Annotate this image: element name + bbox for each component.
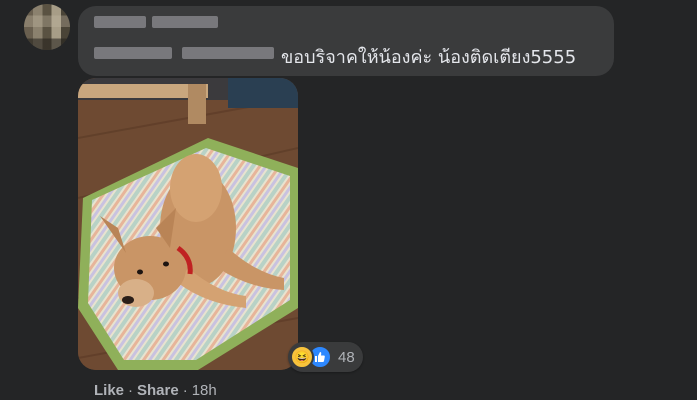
separator: · [182, 382, 188, 399]
redacted-block [94, 47, 172, 59]
comment-text-redacted [94, 44, 274, 62]
haha-reaction-icon: 😆 [290, 345, 314, 369]
thumbs-up-icon [315, 352, 325, 362]
comment-actions: Like · Share · 18h [94, 382, 217, 399]
comment-photo[interactable] [78, 78, 298, 370]
timestamp-link[interactable]: 18h [192, 382, 217, 399]
reactions-summary[interactable]: 😆 48 [288, 342, 363, 372]
commenter-avatar[interactable] [24, 4, 70, 50]
commenter-name-redacted[interactable] [94, 14, 222, 30]
redacted-block [182, 47, 274, 59]
dog-on-cushion-illustration [78, 78, 298, 370]
separator: · [128, 382, 134, 399]
comment-text: ขอบริจาคให้น้องค่ะ น้องติดเตียง5555 [281, 47, 577, 68]
like-link[interactable]: Like [94, 382, 124, 399]
reaction-count: 48 [338, 348, 355, 366]
redacted-block [94, 16, 146, 28]
redacted-block [152, 16, 218, 28]
share-link[interactable]: Share [137, 382, 179, 399]
